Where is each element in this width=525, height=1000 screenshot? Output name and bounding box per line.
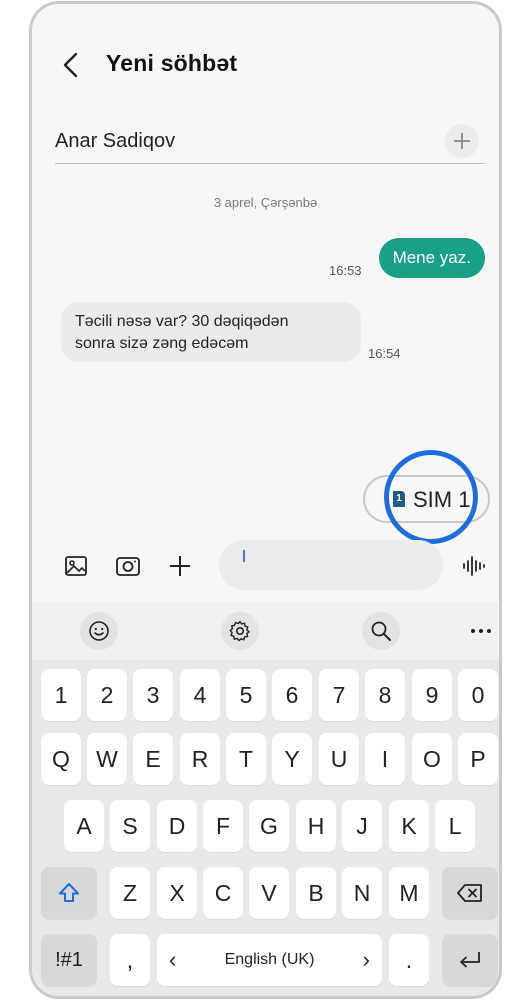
message-input[interactable] bbox=[219, 540, 443, 590]
key-o[interactable]: O bbox=[412, 733, 452, 785]
key-i[interactable]: I bbox=[365, 733, 405, 785]
messages-screen: Yeni söhbət Anar Sadiqov 3 aprel, Çərşən… bbox=[32, 4, 499, 996]
backspace-key[interactable] bbox=[442, 867, 498, 919]
key-u[interactable]: U bbox=[319, 733, 359, 785]
keyboard: 1 2 3 4 5 6 7 8 9 0 Q W E R T Y U I O P … bbox=[32, 660, 499, 996]
key-1[interactable]: 1 bbox=[41, 669, 81, 721]
emoji-icon bbox=[89, 621, 109, 641]
space-key[interactable]: ‹ English (UK) › bbox=[157, 934, 382, 986]
enter-icon bbox=[460, 952, 480, 968]
key-s[interactable]: S bbox=[110, 800, 150, 852]
camera-button[interactable] bbox=[114, 552, 142, 580]
add-recipient-button[interactable] bbox=[445, 124, 479, 158]
more-dots-icon bbox=[471, 629, 491, 633]
key-7[interactable]: 7 bbox=[319, 669, 359, 721]
page-title: Yeni söhbət bbox=[106, 50, 238, 76]
key-2[interactable]: 2 bbox=[87, 669, 127, 721]
message-composer bbox=[32, 538, 499, 594]
key-t[interactable]: T bbox=[226, 733, 266, 785]
key-g[interactable]: G bbox=[249, 800, 289, 852]
language-next-icon: › bbox=[362, 947, 370, 972]
key-6[interactable]: 6 bbox=[272, 669, 312, 721]
keyboard-toolbar bbox=[32, 602, 499, 660]
key-z[interactable]: Z bbox=[110, 867, 150, 919]
key-5[interactable]: 5 bbox=[226, 669, 266, 721]
plus-icon bbox=[170, 556, 190, 576]
key-d[interactable]: D bbox=[157, 800, 197, 852]
image-icon bbox=[65, 556, 87, 576]
sim-label: SIM 1 bbox=[413, 487, 471, 512]
backspace-icon bbox=[457, 884, 482, 902]
search-icon bbox=[371, 621, 391, 641]
voice-input-button[interactable] bbox=[460, 552, 488, 580]
key-3[interactable]: 3 bbox=[133, 669, 173, 721]
key-x[interactable]: X bbox=[157, 867, 197, 919]
key-f[interactable]: F bbox=[203, 800, 243, 852]
key-v[interactable]: V bbox=[249, 867, 289, 919]
recipient-field[interactable]: Anar Sadiqov bbox=[55, 124, 485, 164]
keyboard-search-button[interactable] bbox=[362, 612, 400, 650]
plus-icon bbox=[454, 133, 470, 149]
date-separator: 3 aprel, Çərşənbə bbox=[213, 195, 318, 210]
key-c[interactable]: C bbox=[203, 867, 243, 919]
incoming-message-line: Təcili nəsə var? 30 dəqiqədən bbox=[75, 313, 289, 330]
keyboard-emoji-button[interactable] bbox=[80, 612, 118, 650]
period-key[interactable]: . bbox=[389, 934, 429, 986]
incoming-message[interactable]: Təcili nəsə var? 30 dəqiqədən sonra sizə… bbox=[61, 302, 361, 362]
symbols-key[interactable]: !#1 bbox=[41, 934, 97, 986]
key-h[interactable]: H bbox=[296, 800, 336, 852]
key-y[interactable]: Y bbox=[272, 733, 312, 785]
key-a[interactable]: A bbox=[64, 800, 104, 852]
phone-frame: Yeni söhbət Anar Sadiqov 3 aprel, Çərşən… bbox=[29, 1, 502, 999]
language-prev-icon: ‹ bbox=[169, 947, 177, 972]
waveform-icon bbox=[463, 556, 485, 576]
keyboard-settings-button[interactable] bbox=[221, 612, 259, 650]
gear-icon bbox=[229, 620, 250, 642]
key-b[interactable]: B bbox=[296, 867, 336, 919]
back-arrow-icon bbox=[63, 52, 78, 78]
outgoing-time: 16:53 bbox=[329, 263, 362, 278]
key-k[interactable]: K bbox=[389, 800, 429, 852]
back-button[interactable] bbox=[54, 48, 88, 82]
key-q[interactable]: Q bbox=[41, 733, 81, 785]
key-9[interactable]: 9 bbox=[412, 669, 452, 721]
key-r[interactable]: R bbox=[180, 733, 220, 785]
key-p[interactable]: P bbox=[458, 733, 498, 785]
incoming-time: 16:54 bbox=[368, 346, 401, 361]
sim-selector-button[interactable]: 1 SIM 1 bbox=[363, 475, 490, 523]
camera-icon bbox=[116, 557, 140, 576]
key-0[interactable]: 0 bbox=[458, 669, 498, 721]
outgoing-message[interactable]: Mene yaz. bbox=[378, 238, 485, 278]
key-w[interactable]: W bbox=[87, 733, 127, 785]
language-label: English (UK) bbox=[224, 951, 315, 968]
key-m[interactable]: M bbox=[389, 867, 429, 919]
key-8[interactable]: 8 bbox=[365, 669, 405, 721]
key-n[interactable]: N bbox=[342, 867, 382, 919]
sim-card-icon: 1 bbox=[393, 491, 405, 507]
incoming-message-line: sonra sizə zəng edəcəm bbox=[75, 335, 249, 352]
attach-button[interactable] bbox=[166, 552, 194, 580]
key-l[interactable]: L bbox=[435, 800, 475, 852]
recipient-name: Anar Sadiqov bbox=[55, 130, 176, 152]
key-e[interactable]: E bbox=[133, 733, 173, 785]
enter-key[interactable] bbox=[442, 934, 498, 986]
text-caret bbox=[243, 550, 245, 562]
keyboard-more-button[interactable] bbox=[462, 612, 499, 650]
comma-key[interactable]: , bbox=[110, 934, 150, 986]
shift-icon bbox=[59, 883, 79, 902]
gallery-button[interactable] bbox=[62, 552, 90, 580]
shift-key[interactable] bbox=[41, 867, 97, 919]
key-4[interactable]: 4 bbox=[180, 669, 220, 721]
key-j[interactable]: J bbox=[342, 800, 382, 852]
